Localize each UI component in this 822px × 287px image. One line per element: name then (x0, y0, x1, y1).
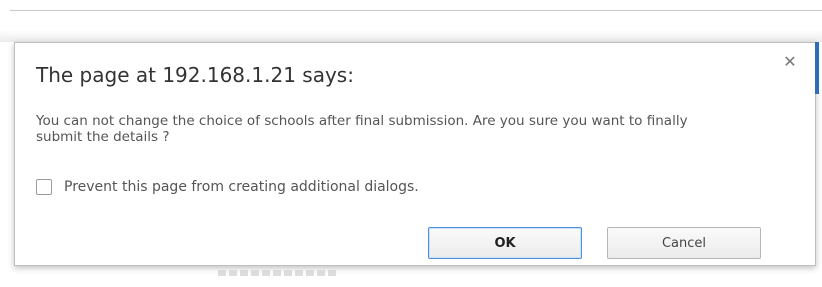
alert-dialog: The page at 192.168.1.21 says: ✕ You can… (14, 42, 816, 266)
prevent-dialogs-label: Prevent this page from creating addition… (64, 179, 419, 195)
prevent-dialogs-option[interactable]: Prevent this page from creating addition… (36, 179, 419, 195)
background-page-text (218, 270, 338, 276)
cancel-button[interactable]: Cancel (607, 227, 761, 259)
ok-button[interactable]: OK (428, 227, 582, 259)
backdrop-shadow (0, 30, 822, 42)
dialog-message: You can not change the choice of schools… (36, 113, 688, 145)
prevent-dialogs-checkbox[interactable] (36, 179, 52, 195)
window-accent-bar (815, 42, 819, 94)
dialog-title: The page at 192.168.1.21 says: (36, 63, 354, 87)
close-icon[interactable]: ✕ (781, 53, 799, 71)
top-divider (10, 10, 822, 11)
